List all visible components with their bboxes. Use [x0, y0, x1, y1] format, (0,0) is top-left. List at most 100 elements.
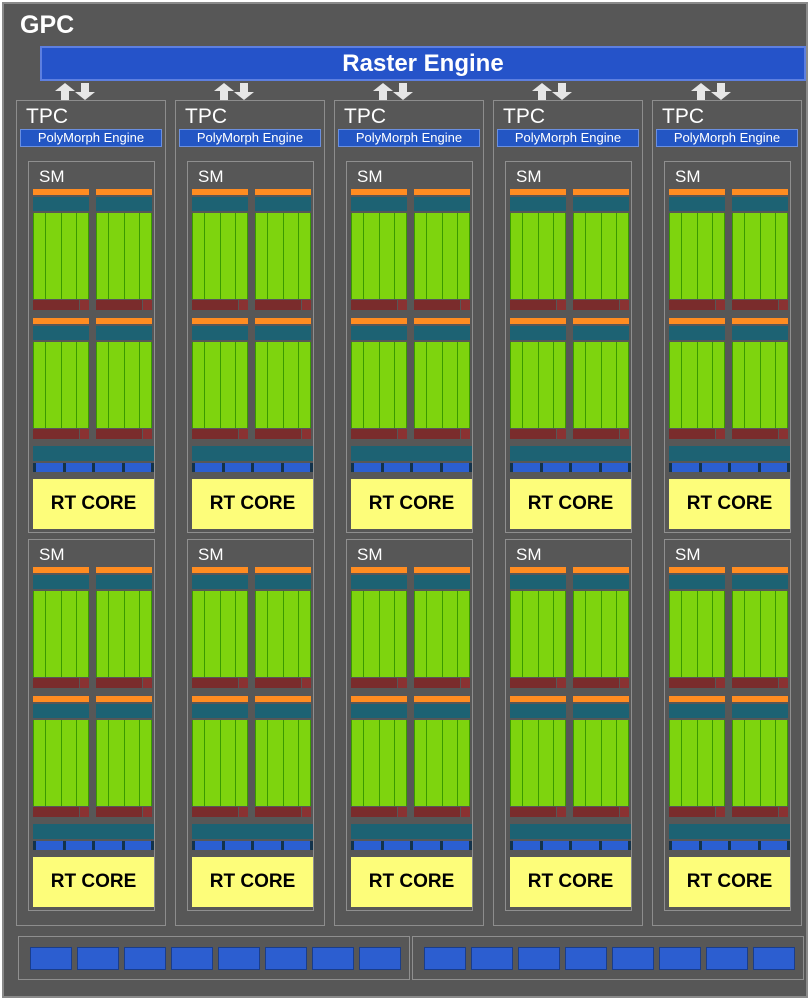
- cuda-core-column: [363, 342, 379, 428]
- rop-unit: [706, 946, 748, 970]
- cuda-core-column: [670, 342, 681, 428]
- processing-block: [573, 567, 629, 689]
- cuda-core-column: [193, 720, 204, 806]
- sm-block: SM RT CORE: [505, 161, 632, 533]
- tpc-block: TPC PolyMorph Engine SM RT CORE SM RT CORE: [16, 100, 166, 926]
- register-file: [732, 575, 788, 589]
- sm-block: SM RT CORE: [28, 539, 155, 911]
- tpc-title: TPC: [185, 105, 227, 128]
- register-file: [255, 704, 311, 718]
- cuda-core-column: [426, 342, 442, 428]
- cuda-core-column: [442, 591, 458, 677]
- cuda-core-column: [681, 591, 697, 677]
- warp-scheduler: [732, 567, 788, 573]
- cuda-core-column: [426, 720, 442, 806]
- texture-unit: [195, 841, 222, 850]
- sfu-unit: [779, 300, 788, 310]
- cuda-core-array: [192, 591, 248, 677]
- sm-title: SM: [516, 545, 542, 564]
- processing-block: [510, 318, 566, 440]
- processing-block: [192, 696, 248, 818]
- load-store-unit: [510, 429, 556, 439]
- load-store-unit: [573, 429, 619, 439]
- cuda-core-column: [108, 720, 124, 806]
- load-store-unit: [33, 300, 79, 310]
- cuda-core-column: [220, 342, 236, 428]
- warp-scheduler: [33, 567, 89, 573]
- cuda-core-column: [713, 591, 724, 677]
- cuda-core-column: [458, 213, 469, 299]
- processing-block: [192, 189, 248, 311]
- processing-block: [510, 696, 566, 818]
- register-file: [255, 197, 311, 211]
- rop-unit: [612, 946, 654, 970]
- cuda-core-column: [352, 720, 363, 806]
- processing-block: [96, 189, 152, 311]
- sm-title: SM: [39, 167, 65, 186]
- cuda-core-column: [124, 720, 140, 806]
- cuda-core-column: [34, 213, 45, 299]
- register-file: [351, 197, 407, 211]
- cuda-core-column: [574, 591, 585, 677]
- cuda-core-column: [554, 342, 565, 428]
- warp-scheduler: [573, 318, 629, 324]
- processing-block: [96, 318, 152, 440]
- cuda-core-column: [395, 720, 406, 806]
- warp-scheduler: [414, 189, 470, 195]
- texture-unit: [383, 841, 410, 850]
- l1-cache: [510, 824, 631, 839]
- warp-scheduler: [732, 696, 788, 702]
- rop-unit: [171, 946, 213, 970]
- texture-unit: [701, 841, 728, 850]
- cuda-core-column: [601, 591, 617, 677]
- bidirectional-arrows-icon: [373, 83, 425, 100]
- warp-scheduler: [96, 696, 152, 702]
- cuda-core-column: [554, 720, 565, 806]
- warp-scheduler: [33, 318, 89, 324]
- cuda-core-column: [236, 213, 247, 299]
- register-file: [510, 197, 566, 211]
- sfu-unit: [398, 429, 407, 439]
- cuda-core-column: [299, 213, 310, 299]
- warp-scheduler: [255, 189, 311, 195]
- register-file: [510, 704, 566, 718]
- register-file: [33, 197, 89, 211]
- sm-title: SM: [675, 167, 701, 186]
- texture-unit: [542, 463, 569, 472]
- cuda-core-column: [670, 213, 681, 299]
- cuda-core-column: [140, 591, 151, 677]
- cuda-core-column: [204, 720, 220, 806]
- texture-unit: [36, 841, 63, 850]
- cuda-core-column: [617, 591, 628, 677]
- register-file: [414, 326, 470, 340]
- cuda-core-column: [283, 213, 299, 299]
- register-file: [414, 197, 470, 211]
- sfu-unit: [80, 429, 89, 439]
- cuda-core-array: [96, 342, 152, 428]
- sfu-unit: [779, 807, 788, 817]
- cuda-core-column: [442, 213, 458, 299]
- cuda-core-column: [236, 342, 247, 428]
- cuda-core-column: [697, 591, 713, 677]
- texture-unit: [65, 841, 92, 850]
- cuda-core-column: [97, 213, 108, 299]
- warp-scheduler: [510, 696, 566, 702]
- load-store-unit: [255, 807, 301, 817]
- cuda-core-column: [236, 720, 247, 806]
- processing-block: [255, 189, 311, 311]
- processing-block: [192, 567, 248, 689]
- l1-cache: [192, 446, 313, 461]
- load-store-unit: [33, 807, 79, 817]
- cuda-core-column: [670, 591, 681, 677]
- sfu-unit: [302, 429, 311, 439]
- rop-unit: [753, 946, 795, 970]
- cuda-core-array: [192, 342, 248, 428]
- cuda-core-array: [573, 720, 629, 806]
- load-store-unit: [351, 807, 397, 817]
- rop-unit: [218, 946, 260, 970]
- processing-block: [414, 696, 470, 818]
- cuda-core-array: [351, 720, 407, 806]
- processing-block: [573, 696, 629, 818]
- sm-block: SM RT CORE: [187, 539, 314, 911]
- warp-scheduler: [33, 696, 89, 702]
